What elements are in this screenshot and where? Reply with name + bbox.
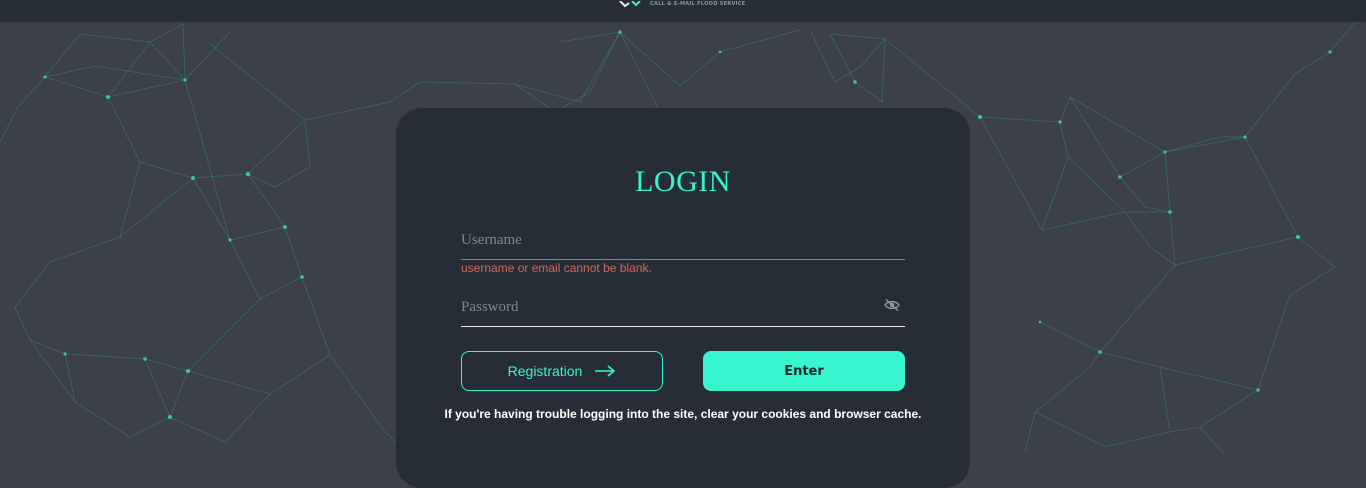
username-error-message: username or email cannot be blank.	[461, 261, 652, 275]
login-title: LOGIN	[635, 165, 731, 198]
logo-tagline: CALL & E-MAIL FLOOD SERVICE	[650, 1, 746, 7]
username-input[interactable]	[461, 228, 861, 252]
logo-icon	[619, 1, 641, 8]
registration-button[interactable]: Registration	[461, 351, 663, 391]
enter-button[interactable]: Enter	[703, 351, 905, 391]
eye-slash-icon[interactable]	[884, 298, 900, 312]
password-input[interactable]	[461, 295, 861, 319]
username-field[interactable]	[461, 224, 905, 260]
arrow-right-icon	[595, 365, 616, 377]
password-field[interactable]	[461, 291, 905, 327]
registration-label: Registration	[507, 363, 583, 379]
top-header: CALL & E-MAIL FLOOD SERVICE	[0, 0, 1366, 22]
enter-label: Enter	[784, 363, 824, 379]
site-logo[interactable]: CALL & E-MAIL FLOOD SERVICE	[618, 0, 745, 10]
cache-hint-text: If you're having trouble logging into th…	[444, 407, 922, 421]
